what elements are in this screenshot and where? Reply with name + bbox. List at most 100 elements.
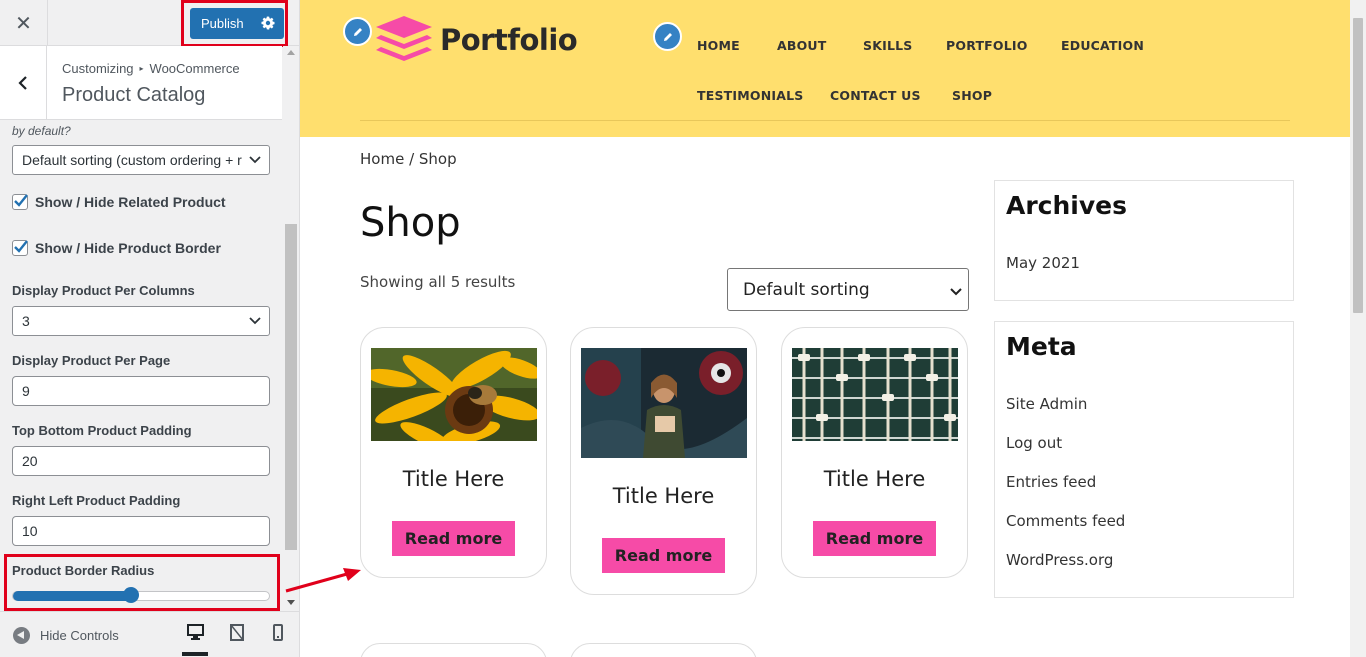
related-product-checkbox-row[interactable]: Show / Hide Related Product	[12, 194, 226, 210]
product-image-flower[interactable]	[371, 348, 537, 441]
chevron-down-icon	[950, 288, 962, 296]
product-title[interactable]: Title Here	[782, 467, 967, 491]
meta-link-wordpress-org[interactable]: WordPress.org	[1006, 551, 1113, 569]
shop-sort-select[interactable]: Default sorting	[727, 268, 969, 311]
sorting-select-value: Default sorting (custom ordering + r	[22, 152, 242, 168]
archives-widget: Archives May 2021	[994, 180, 1294, 301]
nav-contact-us[interactable]: CONTACT US	[830, 88, 921, 103]
chevron-left-icon	[18, 75, 27, 90]
chevron-down-icon	[249, 317, 261, 325]
site-logo[interactable]	[375, 15, 433, 70]
slider-fill	[13, 591, 131, 601]
edit-menu-button[interactable]	[653, 22, 682, 51]
pencil-icon	[663, 32, 672, 41]
back-button[interactable]	[0, 46, 47, 119]
read-more-button[interactable]: Read more	[392, 521, 515, 556]
controls-panel: by default? Default sorting (custom orde…	[0, 121, 282, 611]
publish-label: Publish	[201, 16, 244, 31]
product-border-checkbox[interactable]	[12, 240, 28, 256]
archives-title: Archives	[1006, 191, 1127, 220]
per-page-input[interactable]: 9	[12, 376, 270, 406]
product-card: Title Here Read more	[570, 327, 757, 595]
tablet-preview-button[interactable]	[224, 624, 250, 656]
slider-thumb[interactable]	[122, 587, 139, 603]
per-page-label: Display Product Per Page	[12, 353, 171, 368]
nav-portfolio[interactable]: PORTFOLIO	[946, 38, 1028, 53]
gear-icon[interactable]	[261, 16, 275, 33]
product-image-abacus[interactable]	[792, 348, 958, 441]
nav-education[interactable]: EDUCATION	[1061, 38, 1144, 53]
product-card	[360, 643, 547, 657]
shop-breadcrumb[interactable]: Home / Shop	[360, 150, 457, 168]
tb-padding-label: Top Bottom Product Padding	[12, 423, 192, 438]
meta-link-comments-feed[interactable]: Comments feed	[1006, 512, 1125, 530]
meta-widget: Meta Site Admin Log out Entries feed Com…	[994, 321, 1294, 598]
product-title[interactable]: Title Here	[571, 484, 756, 508]
scroll-down-icon[interactable]	[287, 600, 295, 605]
section-header: Customizing ▸ WooCommerce Product Catalog	[0, 46, 282, 120]
product-image-woman[interactable]	[581, 348, 747, 458]
read-more-button[interactable]: Read more	[602, 538, 725, 573]
breadcrumb: Customizing ▸ WooCommerce	[62, 61, 240, 76]
publish-button[interactable]: Publish	[190, 8, 284, 39]
scroll-thumb[interactable]	[1353, 18, 1363, 313]
check-icon	[14, 240, 28, 253]
tb-padding-input[interactable]: 20	[12, 446, 270, 476]
annotation-arrow-icon	[285, 568, 361, 593]
close-customizer-button[interactable]: ✕	[0, 0, 48, 46]
site-title[interactable]: Portfolio	[440, 23, 578, 57]
nav-about[interactable]: ABOUT	[777, 38, 827, 53]
meta-link-log-out[interactable]: Log out	[1006, 434, 1062, 452]
edit-logo-button[interactable]	[343, 17, 372, 46]
collapse-icon	[13, 627, 30, 644]
preview-scrollbar[interactable]	[1350, 0, 1366, 657]
mobile-icon	[273, 624, 283, 641]
product-border-label: Show / Hide Product Border	[35, 240, 221, 256]
meta-link-entries-feed[interactable]: Entries feed	[1006, 473, 1096, 491]
pencil-icon	[353, 27, 362, 36]
related-product-checkbox[interactable]	[12, 194, 28, 210]
nav-shop[interactable]: SHOP	[952, 88, 992, 103]
nav-skills[interactable]: SKILLS	[863, 38, 912, 53]
sidebar-scrollbar[interactable]	[283, 46, 299, 611]
product-border-checkbox-row[interactable]: Show / Hide Product Border	[12, 240, 221, 256]
rl-padding-label: Right Left Product Padding	[12, 493, 181, 508]
meta-link-site-admin[interactable]: Site Admin	[1006, 395, 1087, 413]
desktop-preview-button[interactable]	[182, 624, 208, 656]
archive-link[interactable]: May 2021	[1006, 254, 1080, 272]
product-title[interactable]: Title Here	[361, 467, 546, 491]
site-header: Portfolio HOME ABOUT SKILLS PORTFOLIO ED…	[300, 0, 1350, 137]
chevron-down-icon	[249, 156, 261, 164]
page-title: Shop	[360, 200, 461, 246]
border-radius-slider[interactable]	[12, 591, 270, 601]
columns-select[interactable]: 3	[12, 306, 270, 336]
mobile-preview-button[interactable]	[265, 624, 291, 656]
scroll-thumb[interactable]	[285, 224, 297, 550]
shop-sort-value: Default sorting	[743, 280, 870, 300]
layers-logo-icon	[376, 16, 432, 61]
close-icon: ✕	[15, 12, 32, 35]
sorting-select[interactable]: Default sorting (custom ordering + r	[12, 145, 270, 175]
site-preview: Portfolio HOME ABOUT SKILLS PORTFOLIO ED…	[300, 0, 1366, 657]
desktop-icon	[186, 624, 204, 640]
related-product-label: Show / Hide Related Product	[35, 194, 226, 210]
breadcrumb-section: WooCommerce	[149, 61, 240, 76]
columns-select-value: 3	[22, 313, 30, 329]
rl-padding-input[interactable]: 10	[12, 516, 270, 546]
hide-controls-button[interactable]: Hide Controls	[13, 627, 119, 644]
sorting-hint: by default?	[12, 124, 71, 138]
header-divider	[360, 120, 1290, 121]
tablet-icon	[230, 624, 244, 641]
check-icon	[14, 194, 28, 207]
product-card: Title Here Read more	[781, 327, 968, 578]
breadcrumb-separator-icon: ▸	[139, 64, 144, 73]
customizer-topbar: ✕ Publish	[0, 0, 299, 47]
nav-testimonials[interactable]: TESTIMONIALS	[697, 88, 803, 103]
meta-title: Meta	[1006, 332, 1077, 361]
scroll-up-icon[interactable]	[287, 50, 295, 55]
nav-home[interactable]: HOME	[697, 38, 740, 53]
product-card	[570, 643, 757, 657]
read-more-button[interactable]: Read more	[813, 521, 936, 556]
product-card: Title Here Read more	[360, 327, 547, 578]
section-title: Product Catalog	[62, 84, 206, 106]
